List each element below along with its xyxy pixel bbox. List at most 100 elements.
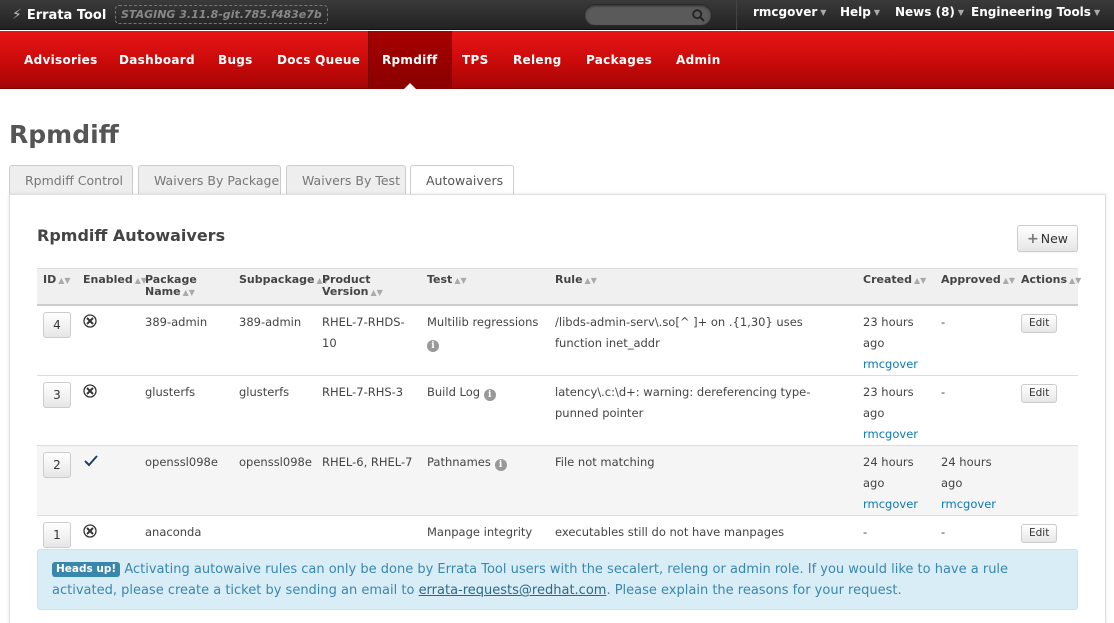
created-by-link[interactable]: rmcgover: [863, 497, 918, 511]
cell-approved: 24 hours ago rmcgover: [935, 444, 1015, 515]
col-actions[interactable]: Actions ▲▼: [1015, 268, 1081, 306]
nav-tps[interactable]: TPS: [462, 31, 489, 89]
cell-subpackage: glusterfs: [233, 374, 316, 445]
id-button[interactable]: 3: [43, 381, 71, 408]
tab-rpmdiff-control[interactable]: Rpmdiff Control: [9, 165, 133, 195]
created-time: 23 hours ago: [863, 384, 914, 420]
approved-by-link[interactable]: rmcgover: [941, 497, 996, 511]
nav-dashboard[interactable]: Dashboard: [119, 31, 195, 89]
sort-icon: ▲▼: [1002, 276, 1016, 285]
approved-time: 24 hours ago: [941, 454, 992, 490]
cell-product: RHEL-7-RHS-3: [316, 374, 421, 445]
main-nav: Advisories Dashboard Bugs Docs Queue Rpm…: [0, 31, 1114, 90]
test-name: Multilib regressions: [427, 314, 539, 329]
nav-releng[interactable]: Releng: [513, 31, 562, 89]
cell-test: Pathnames i: [421, 444, 549, 515]
cell-actions: Edit: [1015, 304, 1078, 375]
test-name: Manpage integrity: [427, 524, 533, 539]
autowaivers-table: ID ▲▼ Enabled ▲▼ Package Name ▲▼ Subpackage…: [37, 268, 1081, 564]
created-by-link[interactable]: rmcgover: [863, 427, 918, 441]
created-time: -: [863, 524, 868, 539]
new-button-label: New: [1040, 231, 1068, 246]
nav-advisories[interactable]: Advisories: [24, 31, 98, 89]
disabled-icon: [83, 313, 97, 335]
cell-package: openssl098e: [139, 444, 233, 515]
news-menu-label: News (8): [895, 5, 955, 19]
help-menu[interactable]: Help ▼: [840, 0, 880, 30]
help-menu-label: Help: [840, 5, 871, 19]
col-subpackage[interactable]: Subpackage▲▼: [233, 268, 329, 306]
edit-button[interactable]: Edit: [1021, 383, 1058, 403]
nav-rpmdiff[interactable]: Rpmdiff: [368, 31, 452, 90]
staging-badge: STAGING 3.11.8-git.785.f483e7b: [115, 5, 328, 24]
edit-button[interactable]: Edit: [1021, 313, 1058, 333]
cell-id: 2: [37, 444, 77, 515]
col-id[interactable]: ID ▲▼: [37, 268, 77, 306]
info-icon[interactable]: i: [483, 388, 496, 401]
created-time: 23 hours ago: [863, 314, 914, 350]
info-icon[interactable]: i: [494, 458, 507, 471]
cell-subpackage: openssl098e: [233, 444, 316, 515]
sort-icon: ▲▼: [584, 276, 597, 285]
edit-button[interactable]: Edit: [1021, 523, 1058, 543]
tab-waivers-by-package[interactable]: Waivers By Package: [138, 165, 281, 195]
engineering-tools-label: Engineering Tools: [971, 5, 1091, 19]
col-approved[interactable]: Approved ▲▼: [935, 268, 1016, 306]
col-enabled[interactable]: Enabled ▲▼: [77, 268, 147, 306]
search-input[interactable]: [584, 4, 712, 26]
col-rule[interactable]: Rule ▲▼: [549, 268, 857, 306]
cell-approved: -: [935, 374, 1015, 445]
id-button[interactable]: 2: [43, 451, 71, 478]
disabled-icon: [83, 383, 97, 405]
col-enabled-label: Enabled: [83, 273, 133, 286]
col-test[interactable]: Test ▲▼: [421, 268, 549, 306]
col-product-version[interactable]: Product Version ▲▼: [316, 268, 421, 306]
nav-admin[interactable]: Admin: [676, 31, 721, 89]
cell-created: 23 hours ago rmcgover: [857, 374, 935, 445]
cell-product: RHEL-7-RHDS-10: [316, 304, 421, 375]
sort-icon: ▲▼: [58, 276, 71, 285]
test-name: Build Log: [427, 384, 481, 399]
news-menu[interactable]: News (8) ▼: [895, 0, 964, 30]
created-by-link[interactable]: rmcgover: [863, 357, 918, 371]
nav-bugs[interactable]: Bugs: [218, 31, 253, 89]
cell-package: 389-admin: [139, 304, 233, 375]
col-id-label: ID: [43, 273, 57, 286]
cell-subpackage: 389-admin: [233, 304, 316, 375]
user-menu[interactable]: rmcgover ▼: [753, 0, 826, 30]
cell-test: Build Log i: [421, 374, 549, 445]
caret-down-icon: ▼: [957, 8, 965, 17]
cell-product: RHEL-6, RHEL-7: [316, 444, 421, 515]
test-name: Pathnames: [427, 454, 491, 469]
nav-docs-queue[interactable]: Docs Queue: [277, 31, 360, 89]
col-rule-label: Rule: [555, 273, 583, 286]
tab-autowaivers[interactable]: Autowaivers: [410, 165, 514, 196]
caret-down-icon: ▼: [820, 8, 827, 17]
nav-packages[interactable]: Packages: [586, 31, 652, 89]
id-button[interactable]: 4: [43, 311, 71, 338]
col-created[interactable]: Created ▲▼: [857, 268, 935, 306]
approved-time: -: [941, 314, 946, 329]
col-subpackage-label: Subpackage: [239, 273, 315, 286]
page-title: Rpmdiff: [9, 120, 119, 149]
col-package-name[interactable]: Package Name ▲▼: [139, 268, 233, 306]
cell-actions: [1015, 444, 1078, 515]
table-row: 3 glusterfs glusterfs RHEL-7-RHS-3 Build…: [37, 374, 1078, 445]
email-link[interactable]: errata-requests@redhat.com: [419, 583, 607, 598]
cell-id: 3: [37, 374, 77, 445]
alert-text-2: . Please explain the reasons for your re…: [606, 583, 902, 598]
tab-waivers-by-test[interactable]: Waivers By Test: [286, 165, 406, 195]
new-button[interactable]: + New: [1017, 225, 1078, 252]
id-button[interactable]: 1: [43, 521, 71, 548]
col-test-label: Test: [427, 273, 453, 286]
sort-icon: ▲▼: [913, 276, 927, 285]
col-created-label: Created: [863, 273, 912, 286]
brand[interactable]: ⚡ Errata Tool: [12, 5, 106, 25]
disabled-icon: [83, 523, 97, 545]
engineering-tools-menu[interactable]: Engineering Tools ▼: [971, 0, 1100, 30]
cell-approved: -: [935, 304, 1015, 375]
col-actions-label: Actions: [1021, 273, 1067, 286]
cell-enabled: [77, 304, 139, 375]
info-icon[interactable]: i: [427, 339, 439, 352]
search-icon[interactable]: [692, 9, 705, 22]
